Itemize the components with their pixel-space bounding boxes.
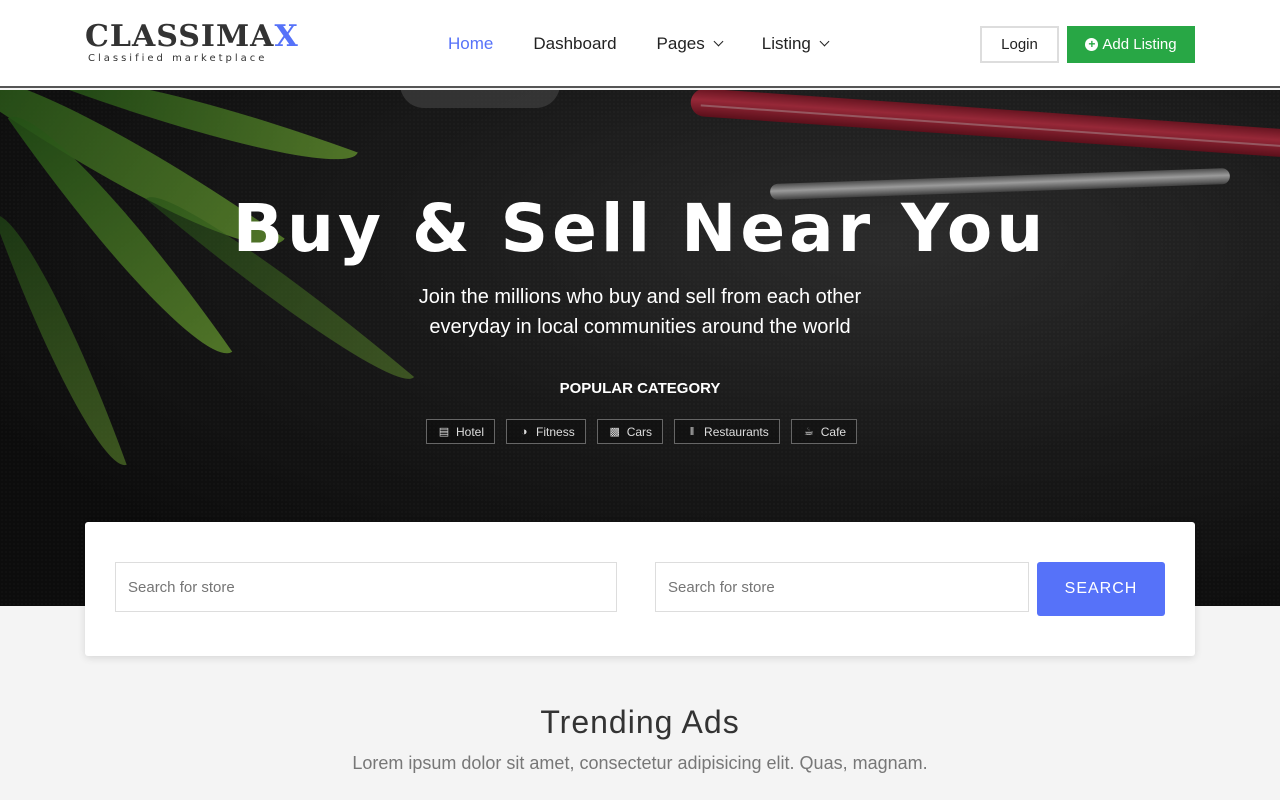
bed-icon: ▤ (438, 426, 450, 438)
basketball-icon: ◑ (520, 425, 528, 438)
plus-circle-icon: + (1085, 38, 1099, 51)
search-card: SEARCH (85, 522, 1195, 656)
category-restaurants[interactable]: ‖ Restaurants (674, 419, 780, 444)
category-hotel[interactable]: ▤ Hotel (426, 419, 496, 444)
logo-tagline: Classified marketplace (88, 53, 268, 64)
nav-item-home[interactable]: Home (448, 34, 493, 54)
chevron-down-icon (819, 36, 830, 47)
logo-wordmark: CLASSIMAX (85, 19, 299, 54)
search-button[interactable]: SEARCH (1037, 562, 1165, 616)
main-nav: Home Dashboard Pages Listing (448, 34, 868, 54)
category-fitness[interactable]: ◑ Fitness (506, 419, 586, 444)
add-listing-button[interactable]: + Add Listing (1067, 26, 1195, 63)
hero-subtitle: Join the millions who buy and sell from … (390, 282, 890, 342)
coffee-icon: ☕ (803, 426, 814, 438)
site-header: CLASSIMAX Classified marketplace Home Da… (0, 0, 1280, 88)
category-label: Cars (626, 424, 653, 439)
add-listing-label: Add Listing (1102, 36, 1177, 53)
login-button[interactable]: Login (980, 26, 1059, 63)
cutlery-icon: ‖ (689, 425, 695, 438)
category-cars[interactable]: ▩ Cars (596, 419, 664, 444)
logo[interactable]: CLASSIMAX Classified marketplace (85, 22, 299, 66)
car-icon: ▩ (609, 426, 620, 438)
category-label: Cafe (820, 424, 847, 439)
nav-item-listing[interactable]: Listing (762, 34, 830, 54)
popular-category-heading: POPULAR CATEGORY (559, 380, 721, 397)
location-search-input[interactable] (655, 562, 1029, 612)
category-cafe[interactable]: ☕ Cafe (790, 419, 858, 444)
category-label: Restaurants (704, 424, 769, 439)
hero-subtitle-line: Join the millions who buy and sell from … (418, 286, 862, 308)
category-list: ▤ Hotel ◑ Fitness ▩ Cars ‖ Restaurants ☕… (426, 419, 868, 444)
category-label: Fitness (536, 424, 575, 439)
category-label: Hotel (456, 424, 485, 439)
section-title: Trending Ads (540, 704, 740, 740)
hero-title: Buy & Sell Near You (232, 190, 1048, 267)
chevron-down-icon (713, 36, 724, 47)
nav-item-dashboard[interactable]: Dashboard (533, 34, 616, 54)
hero-subtitle-line: everyday in local communities around the… (429, 316, 851, 338)
nav-item-pages[interactable]: Pages (657, 34, 724, 54)
section-subtitle: Lorem ipsum dolor sit amet, consectetur … (352, 753, 928, 773)
store-search-input[interactable] (115, 562, 617, 612)
